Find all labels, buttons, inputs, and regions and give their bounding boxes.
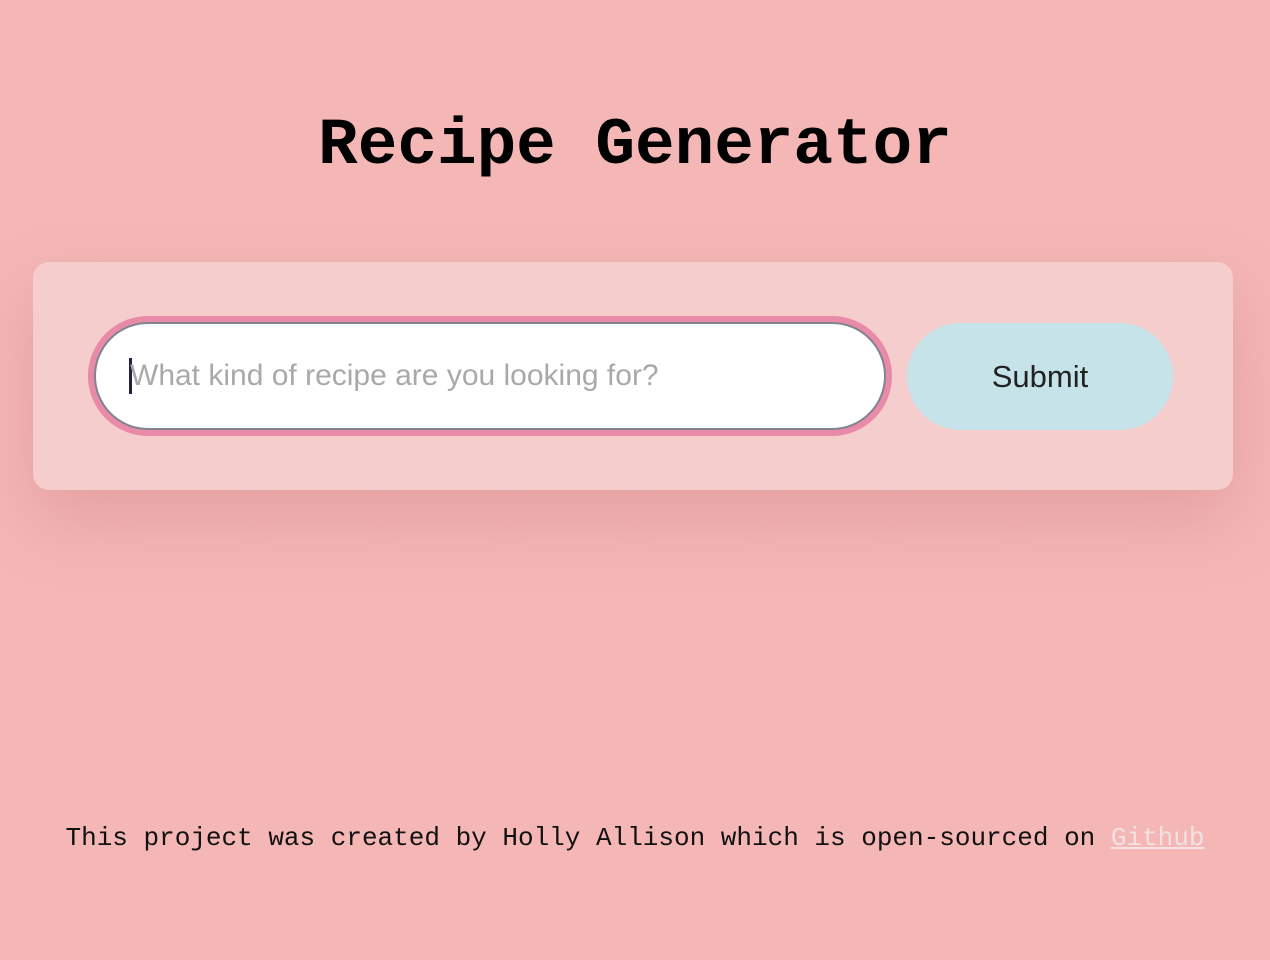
submit-button[interactable]: Submit [907,323,1173,430]
page-title: Recipe Generator [318,108,952,183]
footer-credit: This project was created by Holly Alliso… [0,822,1270,854]
recipe-search-placeholder: What kind of recipe are you looking for? [130,359,659,392]
search-input-focus-ring: What kind of recipe are you looking for? [88,316,892,436]
github-link[interactable]: Github [1111,823,1205,853]
search-card: What kind of recipe are you looking for?… [33,262,1233,490]
footer-text: This project was created by Holly Alliso… [65,823,1111,853]
recipe-search-input[interactable]: What kind of recipe are you looking for? [94,322,886,430]
